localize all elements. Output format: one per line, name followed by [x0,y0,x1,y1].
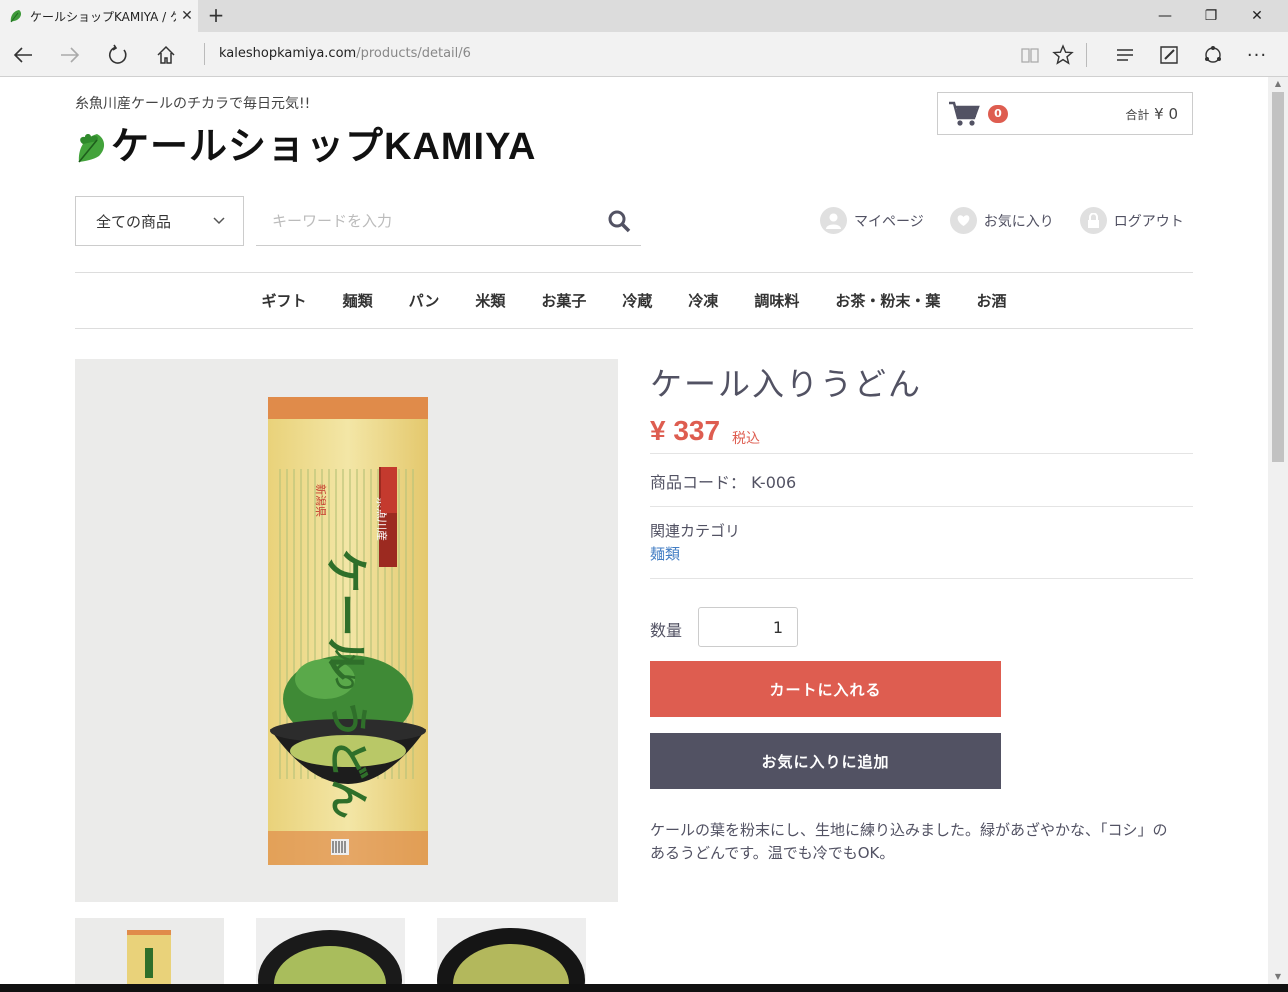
new-tab-icon[interactable]: + [206,5,226,26]
home-icon[interactable] [153,42,179,68]
product-code-label: 商品コード： [650,473,747,492]
cart-summary[interactable]: 0 合計 ¥ 0 [937,92,1193,135]
product-code-value: K-006 [751,473,797,492]
minimize-icon[interactable]: — [1142,0,1188,32]
thumbnail-bowl-1[interactable] [256,918,405,984]
nav-rice[interactable]: 米類 [457,290,523,311]
nav-noodles[interactable]: 麺類 [325,290,391,311]
forward-icon[interactable] [57,42,83,68]
product-thumbnails [75,918,586,984]
hub-icon[interactable] [1112,42,1138,68]
browser-toolbar: kaleshopkamiya.com/products/detail/6 ··· [0,32,1288,77]
category-select[interactable]: 全ての商品 [75,196,244,246]
divider [650,578,1193,579]
browser-tabbar: ケールショップKAMIYA / ケ ✕ + — ❐ ✕ [0,0,1288,32]
web-note-icon[interactable] [1156,42,1182,68]
cart-icon [949,101,980,126]
mypage-link[interactable]: マイページ [820,207,924,234]
search-box [256,196,641,246]
product-title: ケール入りうどん [650,365,923,403]
scroll-down-icon[interactable]: ▼ [1272,972,1284,982]
cart-total: 合計 ¥ 0 [1125,105,1178,123]
nav-bread[interactable]: パン [391,290,458,311]
address-path: /products/detail/6 [356,46,471,61]
scroll-thumb[interactable] [1272,92,1284,462]
udon-package-image: 糸魚川産 新潟県 ケール 入り うどん [75,359,618,902]
quantity-input[interactable] [698,607,798,647]
related-category-label: 関連カテゴリ [650,522,741,540]
package-vertical-tag: 新潟県 [314,484,328,517]
search-input[interactable] [272,211,607,230]
tab-close-icon[interactable]: ✕ [176,8,198,24]
toolbar-divider [1086,43,1087,67]
vertical-scrollbar[interactable]: ▲ ▼ [1268,77,1288,984]
nav-sake[interactable]: お酒 [958,290,1024,311]
logo-text: ケールショップKAMIYA [111,126,537,168]
address-domain: kaleshopkamiya.com [219,46,357,61]
user-icon [820,207,847,234]
cart-total-value: ¥ 0 [1154,104,1178,123]
site-tagline: 糸魚川産ケールのチカラで毎日元気!! [75,96,311,112]
nav-seasonings[interactable]: 調味料 [736,290,817,311]
add-to-cart-button[interactable]: カートに入れる [650,661,1001,717]
browser-tab-title: ケールショップKAMIYA / ケ [30,9,176,24]
product-main-image[interactable]: 糸魚川産 新潟県 ケール 入り うどん [75,359,618,902]
favorites-label: お気に入り [983,213,1054,230]
global-nav: ギフト 麺類 パン 米類 お菓子 冷蔵 冷凍 調味料 お茶・粉末・葉 お酒 [75,272,1193,329]
browser-tab[interactable]: ケールショップKAMIYA / ケ ✕ [0,0,198,32]
favorite-star-icon[interactable] [1050,42,1076,68]
favorites-link[interactable]: お気に入り [949,207,1054,234]
package-name-small: 入り [331,649,357,693]
user-nav: マイページ お気に入り ログアウト [820,207,1184,234]
lock-icon [1079,207,1107,234]
logout-label: ログアウト [1113,213,1184,230]
product-price: ¥ 337 [650,415,721,446]
quantity-label: 数量 [650,621,683,640]
thumbnail-bowl-2[interactable] [437,918,586,984]
heart-icon [949,207,977,234]
more-icon[interactable]: ··· [1244,42,1270,68]
address-bar[interactable]: kaleshopkamiya.com/products/detail/6 [204,43,471,65]
product-description: ケールの葉を粉末にし、生地に練り込みました。緑があざやかな、「コシ」のあるうどん… [650,821,1168,862]
kale-logo-icon [78,133,105,163]
nav-chilled[interactable]: 冷蔵 [604,290,670,311]
kale-favicon-icon [10,10,22,23]
reading-view-icon[interactable] [1017,42,1043,68]
scroll-up-icon[interactable]: ▲ [1272,79,1284,89]
site-logo[interactable]: ケールショップKAMIYA [75,115,536,170]
os-taskbar [0,984,1288,992]
nav-gift[interactable]: ギフト [244,290,325,311]
refresh-icon[interactable] [105,42,131,68]
tax-label: 税込 [732,431,760,447]
share-icon[interactable] [1200,42,1226,68]
nav-tea-powder-leaves[interactable]: お茶・粉末・葉 [817,290,958,311]
nav-frozen[interactable]: 冷凍 [670,290,736,311]
thumbnail-package[interactable] [75,918,224,984]
category-select-value: 全ての商品 [96,212,172,231]
window-close-icon[interactable]: ✕ [1234,0,1280,32]
back-icon[interactable] [10,42,36,68]
search-icon[interactable] [607,209,631,233]
web-page: 糸魚川産ケールのチカラで毎日元気!! ケールショップKAMIYA 0 合計 ¥ … [0,77,1268,984]
divider [650,506,1193,507]
product-code: 商品コード： K-006 [650,469,796,493]
chevron-down-icon [213,217,225,225]
package-name-end: うどん [325,699,372,819]
divider [650,453,1193,454]
logout-link[interactable]: ログアウト [1079,207,1184,234]
cart-total-label: 合計 [1125,107,1150,122]
nav-sweets[interactable]: お菓子 [523,290,604,311]
related-category-link[interactable]: 麺類 [650,543,680,564]
add-to-favorites-button[interactable]: お気に入りに追加 [650,733,1001,789]
cart-count-badge: 0 [988,104,1008,123]
mypage-label: マイページ [854,213,924,230]
restore-icon[interactable]: ❐ [1188,0,1234,32]
